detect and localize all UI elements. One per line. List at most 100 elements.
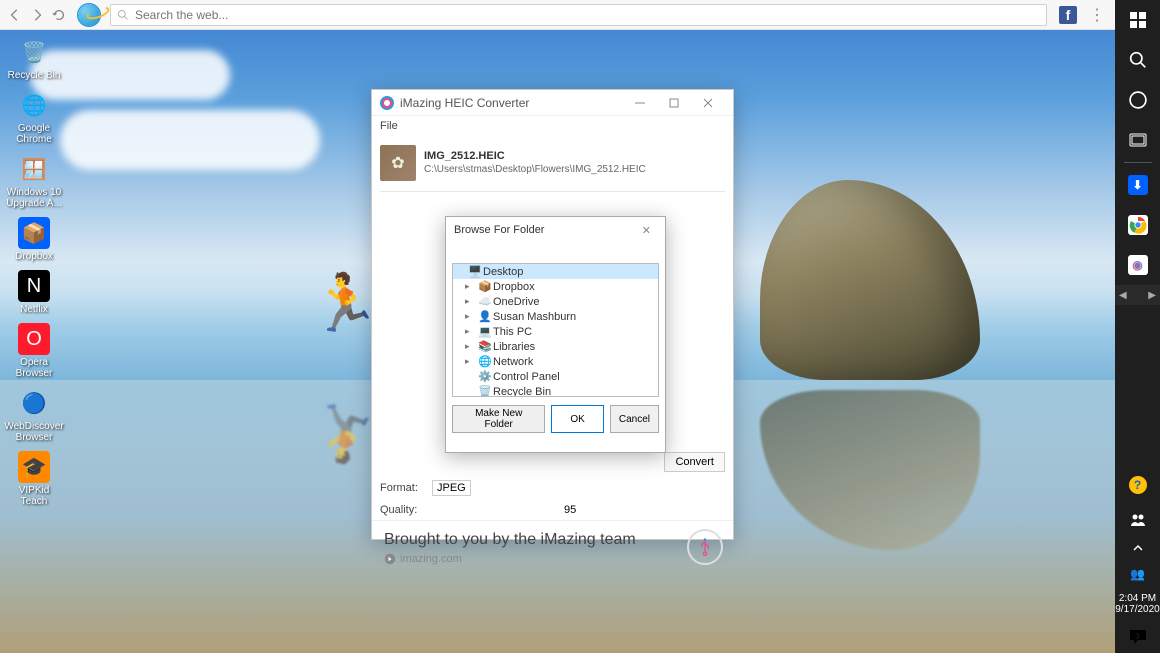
- file-name: IMG_2512.HEIC: [424, 150, 725, 162]
- icon-image: 🎓: [18, 451, 50, 483]
- desktop-icon[interactable]: OOpera Browser: [4, 321, 64, 381]
- mountain-decoration: [760, 180, 980, 380]
- browse-folder-dialog: Browse For Folder ✕ 🖥️Desktop▸📦Dropbox▸☁…: [445, 216, 666, 453]
- icon-label: Netflix: [20, 304, 48, 315]
- icon-label: Dropbox: [15, 251, 53, 262]
- tree-node[interactable]: ▸☁️OneDrive: [453, 294, 658, 309]
- tree-node[interactable]: ⚙️Control Panel: [453, 369, 658, 384]
- folder-icon: 👤: [477, 310, 493, 324]
- folder-tree[interactable]: 🖥️Desktop▸📦Dropbox▸☁️OneDrive▸👤Susan Mas…: [452, 263, 659, 397]
- folder-icon: 📦: [477, 280, 493, 294]
- runner-silhouette: 🏃: [310, 270, 380, 336]
- icon-image: 📦: [18, 217, 50, 249]
- node-label: This PC: [493, 326, 532, 338]
- expander-icon[interactable]: ▸: [465, 281, 477, 292]
- expander-icon[interactable]: ▸: [465, 341, 477, 352]
- node-label: Recycle Bin: [493, 386, 551, 398]
- dialog-buttons: Make New Folder OK Cancel: [446, 405, 665, 441]
- runner-reflection: 🏃: [310, 400, 380, 466]
- cancel-button[interactable]: Cancel: [610, 405, 659, 433]
- icon-label: WebDiscover Browser: [4, 421, 63, 443]
- forward-button[interactable]: [28, 6, 46, 24]
- maximize-button[interactable]: [657, 90, 691, 116]
- icon-label: Windows 10 Upgrade A...: [6, 187, 62, 209]
- separator: [1124, 162, 1152, 163]
- reload-button[interactable]: [50, 6, 68, 24]
- format-select[interactable]: JPEG: [432, 480, 471, 496]
- window-titlebar[interactable]: iMazing HEIC Converter: [372, 90, 733, 116]
- node-label: Desktop: [483, 266, 523, 278]
- notifications-button[interactable]: 3: [1115, 621, 1160, 653]
- quality-row: Quality: 95: [372, 500, 733, 520]
- tree-node[interactable]: 🗑️Recycle Bin: [453, 384, 658, 397]
- tree-node[interactable]: ▸📚Libraries: [453, 339, 658, 354]
- tree-node[interactable]: ▸📦Dropbox: [453, 279, 658, 294]
- close-button[interactable]: [691, 90, 725, 116]
- expander-icon[interactable]: ▸: [465, 296, 477, 307]
- dialog-close-button[interactable]: ✕: [636, 222, 657, 239]
- tray-people-icon[interactable]: [1115, 505, 1160, 535]
- usb-icon: [687, 529, 723, 565]
- facebook-icon[interactable]: f: [1059, 6, 1077, 24]
- tree-node[interactable]: ▸💻This PC: [453, 324, 658, 339]
- ok-button[interactable]: OK: [551, 405, 603, 433]
- search-button[interactable]: [1115, 40, 1160, 80]
- desktop-icon[interactable]: 🔵WebDiscover Browser: [4, 385, 64, 445]
- expander-icon[interactable]: ▸: [465, 356, 477, 367]
- file-thumbnail: [380, 145, 416, 181]
- file-info: IMG_2512.HEIC C:\Users\stmas\Desktop\Flo…: [424, 150, 725, 175]
- desktop-icon[interactable]: 🌐Google Chrome: [4, 87, 64, 147]
- expander-icon[interactable]: ▸: [465, 326, 477, 337]
- desktop-icon[interactable]: 🎓VIPKid Teach: [4, 449, 64, 509]
- desktop-icon[interactable]: 📦 Dropbox: [4, 215, 64, 264]
- desktop-icon[interactable]: 🗑️Recycle Bin: [4, 34, 64, 83]
- taskbar-app[interactable]: ◉: [1115, 245, 1160, 285]
- menu-dots-icon[interactable]: ⋮: [1089, 5, 1105, 25]
- make-new-folder-button[interactable]: Make New Folder: [452, 405, 545, 433]
- folder-icon: ⚙️: [477, 370, 493, 384]
- taskbar-dropbox[interactable]: ⬇: [1115, 165, 1160, 205]
- desktop-icon[interactable]: N Netflix: [4, 268, 64, 317]
- tray-help-icon[interactable]: ?: [1115, 465, 1160, 505]
- node-label: Network: [493, 356, 533, 368]
- quality-label: Quality:: [380, 504, 424, 516]
- format-label: Format:: [380, 482, 424, 494]
- minimize-button[interactable]: [623, 90, 657, 116]
- system-clock[interactable]: 2:04 PM 9/17/2020: [1115, 587, 1160, 621]
- node-label: Dropbox: [493, 281, 535, 293]
- cortana-button[interactable]: [1115, 80, 1160, 120]
- folder-icon: ☁️: [477, 295, 493, 309]
- node-label: Control Panel: [493, 371, 560, 383]
- tree-node[interactable]: ▸👤Susan Mashburn: [453, 309, 658, 324]
- window-title: iMazing HEIC Converter: [400, 96, 623, 110]
- menu-file[interactable]: File: [380, 120, 398, 132]
- file-path: C:\Users\stmas\Desktop\Flowers\IMG_2512.…: [424, 164, 725, 175]
- desktop-icons-column: 🗑️Recycle Bin🌐Google Chrome🪟Windows 10 U…: [4, 34, 64, 509]
- search-input[interactable]: [135, 8, 1040, 22]
- taskbar-scroll-arrows[interactable]: ◀▶: [1115, 285, 1160, 305]
- tray-expand-icon[interactable]: [1115, 535, 1160, 561]
- expander-icon[interactable]: ▸: [465, 311, 477, 322]
- icon-label: Opera Browser: [6, 357, 62, 379]
- search-box[interactable]: [110, 4, 1047, 26]
- footer-link[interactable]: imazing.com: [384, 553, 721, 565]
- node-label: Libraries: [493, 341, 535, 353]
- app-icon: [380, 96, 394, 110]
- folder-icon: 💻: [477, 325, 493, 339]
- back-button[interactable]: [6, 6, 24, 24]
- desktop-icon[interactable]: 🪟Windows 10 Upgrade A...: [4, 151, 64, 211]
- tree-node[interactable]: ▸🌐Network: [453, 354, 658, 369]
- start-button[interactable]: [1115, 0, 1160, 40]
- file-item[interactable]: IMG_2512.HEIC C:\Users\stmas\Desktop\Flo…: [380, 142, 725, 192]
- tree-node[interactable]: 🖥️Desktop: [453, 264, 658, 279]
- icon-image: 🔵: [18, 387, 50, 419]
- folder-icon: 📚: [477, 340, 493, 354]
- folder-icon: 🗑️: [477, 385, 493, 398]
- convert-button[interactable]: Convert: [664, 452, 725, 472]
- task-view-button[interactable]: [1115, 120, 1160, 160]
- icon-image: N: [18, 270, 50, 302]
- window-footer: Brought to you by the iMazing team imazi…: [372, 520, 733, 575]
- tray-input-icon[interactable]: 👥: [1115, 561, 1160, 587]
- dialog-titlebar[interactable]: Browse For Folder ✕: [446, 217, 665, 243]
- taskbar-chrome[interactable]: [1115, 205, 1160, 245]
